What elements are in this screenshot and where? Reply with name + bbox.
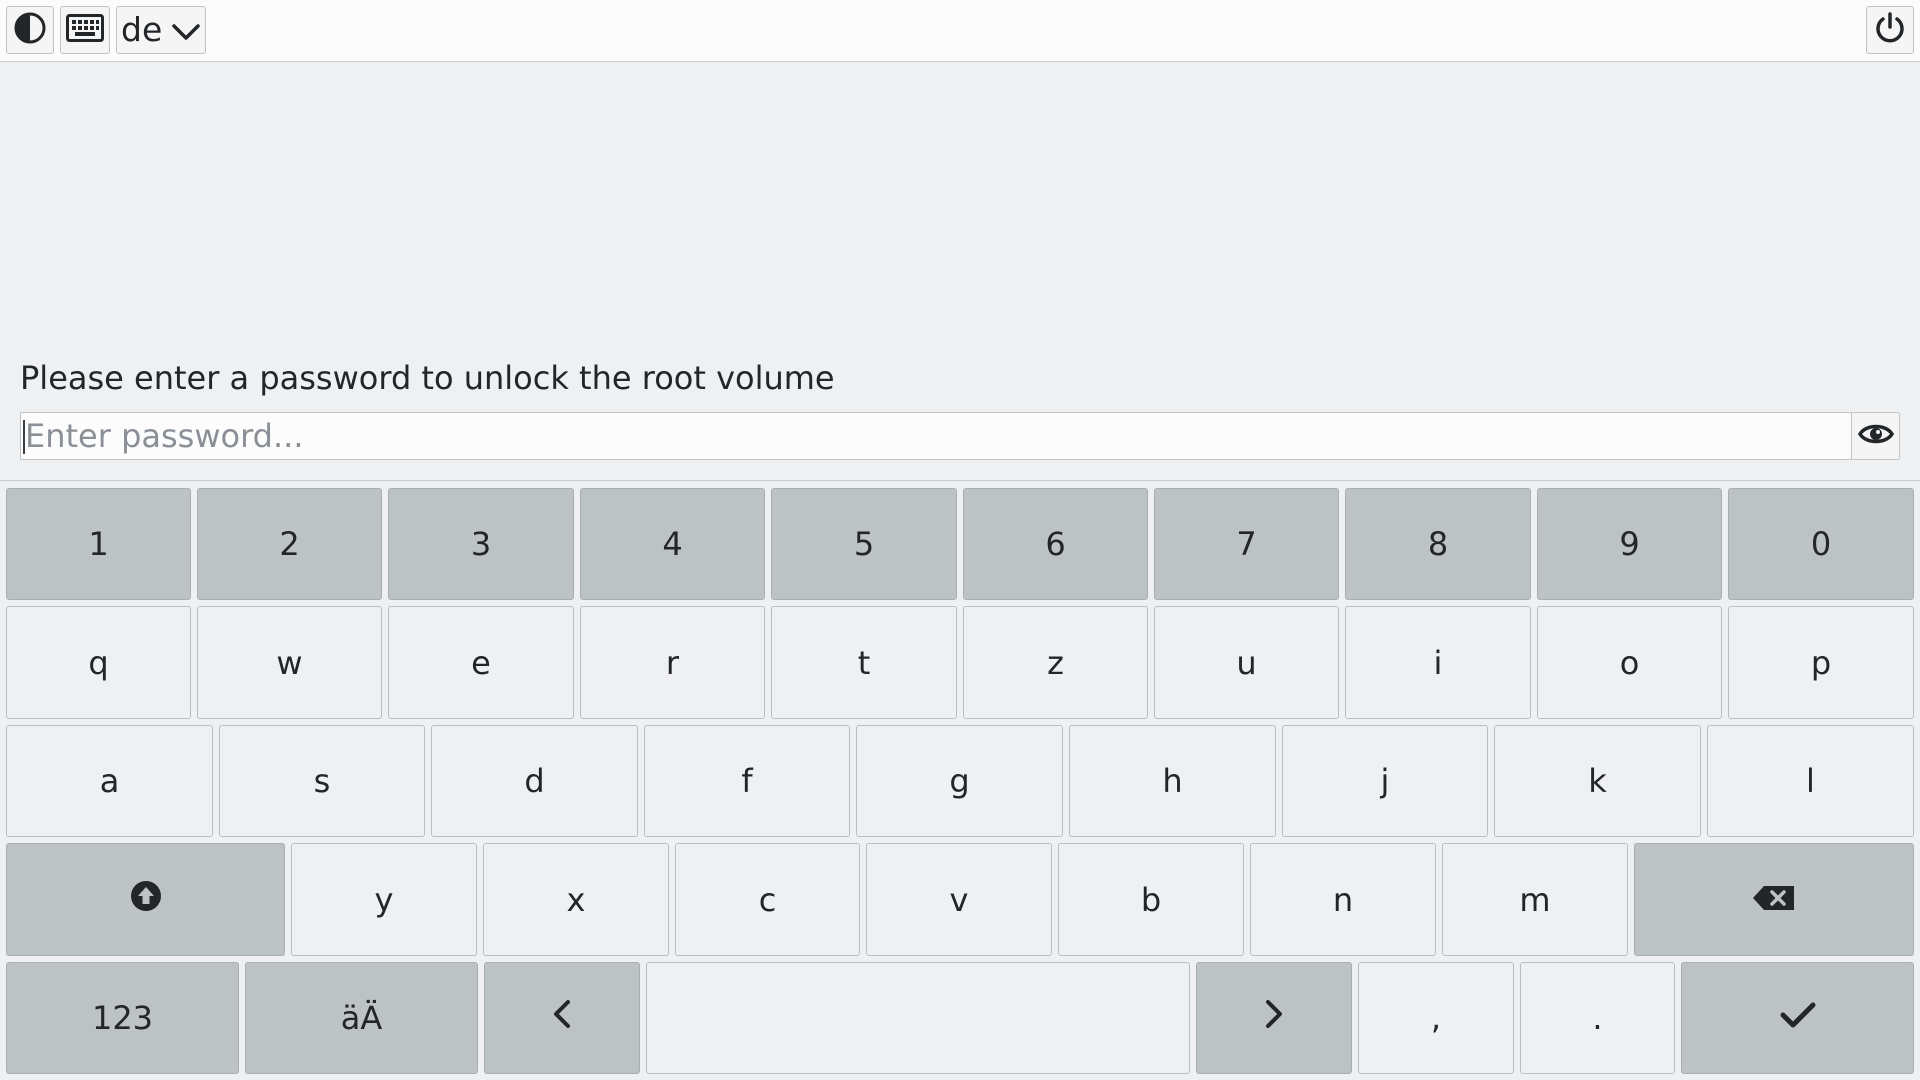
check-icon bbox=[1780, 999, 1816, 1037]
key-e[interactable]: e bbox=[388, 606, 574, 719]
key-t[interactable]: t bbox=[771, 606, 957, 719]
key-p[interactable]: p bbox=[1728, 606, 1914, 719]
key-o[interactable]: o bbox=[1537, 606, 1722, 719]
key-m[interactable]: m bbox=[1442, 843, 1628, 956]
power-button[interactable] bbox=[1866, 6, 1914, 54]
key-h[interactable]: h bbox=[1069, 725, 1276, 837]
key-8[interactable]: 8 bbox=[1345, 488, 1531, 600]
key-f[interactable]: f bbox=[644, 725, 850, 837]
key-5[interactable]: 5 bbox=[771, 488, 957, 600]
key-a[interactable]: a bbox=[6, 725, 213, 837]
key-z[interactable]: z bbox=[963, 606, 1148, 719]
cursor-left-key[interactable] bbox=[484, 962, 640, 1074]
key-c[interactable]: c bbox=[675, 843, 860, 956]
power-icon bbox=[1873, 11, 1907, 49]
chevron-down-icon bbox=[171, 11, 201, 50]
umlaut-key[interactable]: äÄ bbox=[245, 962, 478, 1074]
password-input[interactable] bbox=[20, 412, 1852, 460]
on-screen-keyboard: 1 2 3 4 5 6 7 8 9 0 q w e r t z u i o p … bbox=[0, 480, 1920, 1080]
cursor-right-key[interactable] bbox=[1196, 962, 1352, 1074]
key-q[interactable]: q bbox=[6, 606, 191, 719]
key-7[interactable]: 7 bbox=[1154, 488, 1339, 600]
eye-icon bbox=[1857, 422, 1894, 450]
key-v[interactable]: v bbox=[866, 843, 1052, 956]
period-key[interactable]: . bbox=[1520, 962, 1675, 1074]
key-l[interactable]: l bbox=[1707, 725, 1914, 837]
key-1[interactable]: 1 bbox=[6, 488, 191, 600]
key-w[interactable]: w bbox=[197, 606, 382, 719]
key-3[interactable]: 3 bbox=[388, 488, 574, 600]
key-4[interactable]: 4 bbox=[580, 488, 765, 600]
shift-icon bbox=[129, 879, 163, 921]
backspace-key[interactable] bbox=[1634, 843, 1914, 956]
key-x[interactable]: x bbox=[483, 843, 669, 956]
key-r[interactable]: r bbox=[580, 606, 765, 719]
language-selector[interactable]: de bbox=[116, 6, 206, 54]
key-6[interactable]: 6 bbox=[963, 488, 1148, 600]
keyboard-toggle-button[interactable] bbox=[60, 6, 110, 54]
space-key[interactable] bbox=[646, 962, 1190, 1074]
key-s[interactable]: s bbox=[219, 725, 425, 837]
key-9[interactable]: 9 bbox=[1537, 488, 1722, 600]
key-g[interactable]: g bbox=[856, 725, 1063, 837]
show-password-button[interactable] bbox=[1852, 412, 1900, 460]
numbers-key[interactable]: 123 bbox=[6, 962, 239, 1074]
key-k[interactable]: k bbox=[1494, 725, 1701, 837]
chevron-right-icon bbox=[1264, 999, 1284, 1037]
contrast-button[interactable] bbox=[6, 6, 54, 54]
language-label: de bbox=[121, 9, 163, 49]
key-n[interactable]: n bbox=[1250, 843, 1436, 956]
comma-key[interactable]: , bbox=[1358, 962, 1514, 1074]
key-b[interactable]: b bbox=[1058, 843, 1244, 956]
key-2[interactable]: 2 bbox=[197, 488, 382, 600]
password-prompt-label: Please enter a password to unlock the ro… bbox=[20, 359, 835, 397]
enter-key[interactable] bbox=[1681, 962, 1914, 1074]
shift-key[interactable] bbox=[6, 843, 285, 956]
key-0[interactable]: 0 bbox=[1728, 488, 1914, 600]
key-j[interactable]: j bbox=[1282, 725, 1488, 837]
key-d[interactable]: d bbox=[431, 725, 638, 837]
text-cursor bbox=[23, 420, 25, 454]
chevron-left-icon bbox=[552, 999, 572, 1037]
key-u[interactable]: u bbox=[1154, 606, 1339, 719]
key-y[interactable]: y bbox=[291, 843, 477, 956]
keyboard-icon bbox=[66, 14, 104, 46]
key-i[interactable]: i bbox=[1345, 606, 1531, 719]
backspace-icon bbox=[1752, 881, 1796, 919]
top-bar: de bbox=[0, 0, 1920, 62]
contrast-icon bbox=[13, 11, 47, 49]
